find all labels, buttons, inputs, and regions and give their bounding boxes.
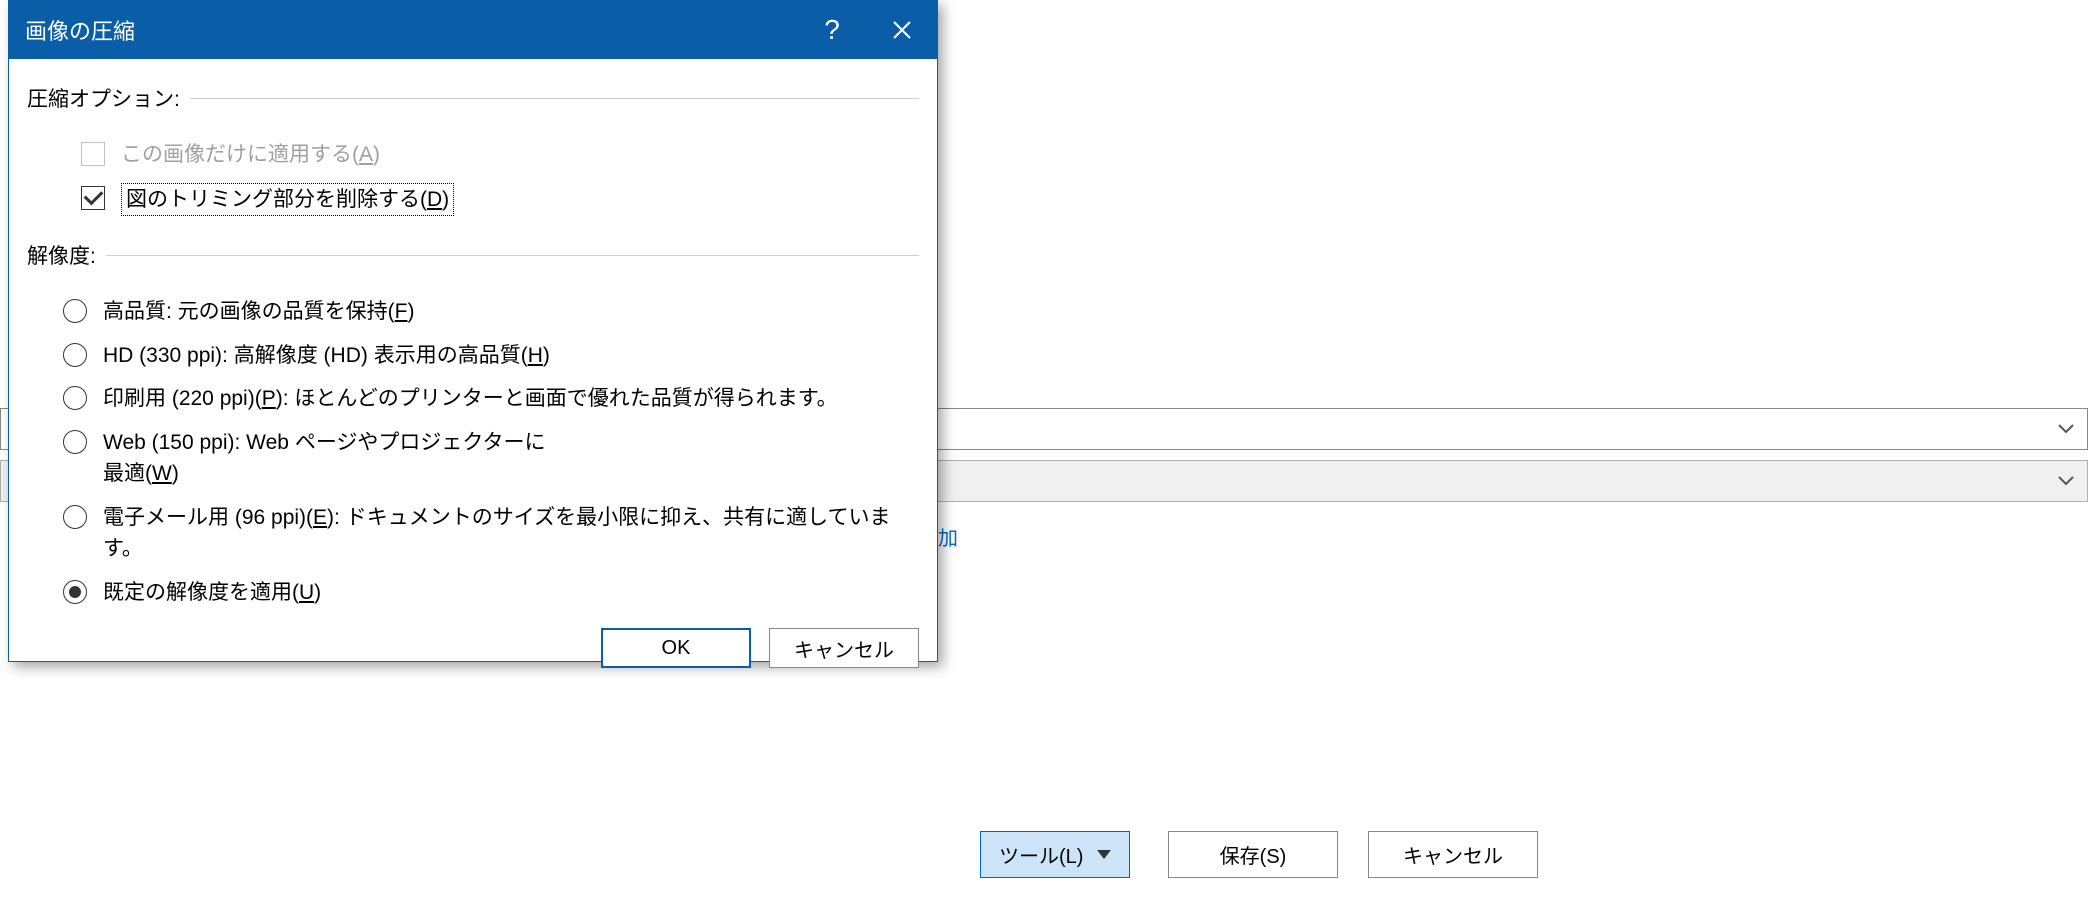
radio-icon <box>63 580 87 604</box>
cancel-button[interactable]: キャンセル <box>769 628 919 668</box>
checkbox-icon <box>81 186 105 210</box>
ok-button[interactable]: OK <box>601 628 751 668</box>
radio-icon <box>63 430 87 454</box>
checkbox-label: 図のトリミング部分を削除する(D) <box>121 183 454 217</box>
radio-icon <box>63 343 87 367</box>
radio-use-default[interactable]: 既定の解像度を適用(U) <box>27 571 919 615</box>
chevron-down-icon <box>2057 475 2075 487</box>
radio-label: HD (330 ppi): 高解像度 (HD) 表示用の高品質(H) <box>103 340 550 372</box>
radio-label: 電子メール用 (96 ppi)(E): ドキュメントのサイズを最小限に抑え、共有… <box>103 502 919 565</box>
dialog-titlebar: 画像の圧縮 ? <box>9 1 937 59</box>
radio-hd-330[interactable]: HD (330 ppi): 高解像度 (HD) 表示用の高品質(H) <box>27 334 919 378</box>
group-compress-options: 圧縮オプション: <box>27 83 919 113</box>
bg-add-link[interactable]: 加 <box>938 522 958 551</box>
radio-high-fidelity[interactable]: 高品質: 元の画像の品質を保持(F) <box>27 290 919 334</box>
radio-email-96[interactable]: 電子メール用 (96 ppi)(E): ドキュメントのサイズを最小限に抑え、共有… <box>27 496 919 571</box>
checkbox-icon <box>81 142 105 166</box>
close-icon <box>892 20 912 40</box>
checkbox-delete-cropped[interactable]: 図のトリミング部分を削除する(D) <box>27 177 919 223</box>
close-button[interactable] <box>867 1 937 59</box>
radio-label: Web (150 ppi): Web ページやプロジェクターに最適(W) <box>103 427 547 490</box>
radio-label: 印刷用 (220 ppi)(P): ほとんどのプリンターと画面で優れた品質が得ら… <box>103 383 838 415</box>
tools-label: ツール(L) <box>999 840 1083 869</box>
radio-print-220[interactable]: 印刷用 (220 ppi)(P): ほとんどのプリンターと画面で優れた品質が得ら… <box>27 377 919 421</box>
radio-icon <box>63 299 87 323</box>
radio-label: 高品質: 元の画像の品質を保持(F) <box>103 296 415 328</box>
help-button[interactable]: ? <box>797 1 867 59</box>
chevron-down-icon <box>2057 423 2075 435</box>
radio-icon <box>63 386 87 410</box>
group-compress-label: 圧縮オプション: <box>27 83 180 113</box>
compress-pictures-dialog: 画像の圧縮 ? 圧縮オプション: この画像だけに適用する(A) 図のトリミング部… <box>8 0 938 662</box>
bg-cancel-button[interactable]: キャンセル <box>1368 831 1538 878</box>
save-button[interactable]: 保存(S) <box>1168 831 1338 878</box>
dialog-title: 画像の圧縮 <box>25 14 135 46</box>
group-resolution: 解像度: <box>27 240 919 270</box>
checkbox-apply-only-this: この画像だけに適用する(A) <box>27 133 919 177</box>
group-resolution-label: 解像度: <box>27 240 96 270</box>
checkbox-label: この画像だけに適用する(A) <box>121 139 380 171</box>
tools-dropdown-button[interactable]: ツール(L) <box>980 831 1130 878</box>
radio-label: 既定の解像度を適用(U) <box>103 577 321 609</box>
radio-icon <box>63 505 87 529</box>
radio-web-150[interactable]: Web (150 ppi): Web ページやプロジェクターに最適(W) <box>27 421 547 496</box>
triangle-down-icon <box>1097 850 1111 859</box>
